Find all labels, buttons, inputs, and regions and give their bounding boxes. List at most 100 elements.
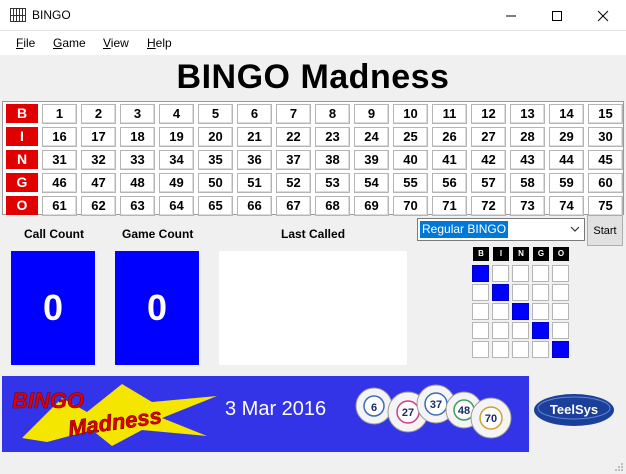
board-number-cell[interactable]: 66 (237, 196, 272, 216)
board-number-cell[interactable]: 53 (315, 173, 350, 193)
board-number-cell[interactable]: 47 (81, 173, 116, 193)
board-number-cell[interactable]: 6 (237, 104, 272, 124)
start-button[interactable]: Start (587, 215, 623, 246)
pattern-cell[interactable] (512, 265, 529, 282)
board-number-cell[interactable]: 55 (393, 173, 428, 193)
minimize-button[interactable] (488, 0, 534, 31)
board-number-cell[interactable]: 2 (81, 104, 116, 124)
board-number-cell[interactable]: 67 (276, 196, 311, 216)
board-number-cell[interactable]: 44 (549, 150, 584, 170)
board-number-cell[interactable]: 75 (588, 196, 623, 216)
board-number-cell[interactable]: 58 (510, 173, 545, 193)
board-number-cell[interactable]: 61 (42, 196, 77, 216)
pattern-cell[interactable] (492, 341, 509, 358)
board-number-cell[interactable]: 30 (588, 127, 623, 147)
menu-view[interactable]: View (103, 36, 129, 50)
pattern-cell[interactable] (552, 284, 569, 301)
board-number-cell[interactable]: 19 (159, 127, 194, 147)
board-number-cell[interactable]: 15 (588, 104, 623, 124)
board-number-cell[interactable]: 45 (588, 150, 623, 170)
maximize-button[interactable] (534, 0, 580, 31)
board-number-cell[interactable]: 39 (354, 150, 389, 170)
board-number-cell[interactable]: 43 (510, 150, 545, 170)
board-number-cell[interactable]: 59 (549, 173, 584, 193)
board-number-cell[interactable]: 24 (354, 127, 389, 147)
pattern-cell[interactable] (532, 265, 549, 282)
pattern-cell[interactable] (492, 322, 509, 339)
pattern-cell[interactable] (532, 303, 549, 320)
pattern-cell[interactable] (492, 303, 509, 320)
board-number-cell[interactable]: 38 (315, 150, 350, 170)
board-number-cell[interactable]: 18 (120, 127, 155, 147)
pattern-cell[interactable] (492, 284, 509, 301)
board-number-cell[interactable]: 22 (276, 127, 311, 147)
board-number-cell[interactable]: 73 (510, 196, 545, 216)
board-number-cell[interactable]: 26 (432, 127, 467, 147)
board-number-cell[interactable]: 49 (159, 173, 194, 193)
pattern-cell[interactable] (532, 341, 549, 358)
board-number-cell[interactable]: 51 (237, 173, 272, 193)
pattern-cell[interactable] (552, 322, 569, 339)
board-number-cell[interactable]: 35 (198, 150, 233, 170)
pattern-cell[interactable] (472, 284, 489, 301)
board-number-cell[interactable]: 17 (81, 127, 116, 147)
board-number-cell[interactable]: 33 (120, 150, 155, 170)
board-number-cell[interactable]: 34 (159, 150, 194, 170)
close-button[interactable] (580, 0, 626, 31)
board-number-cell[interactable]: 69 (354, 196, 389, 216)
pattern-cell[interactable] (492, 265, 509, 282)
pattern-cell[interactable] (552, 265, 569, 282)
resize-grip-icon[interactable] (614, 462, 624, 472)
board-number-cell[interactable]: 14 (549, 104, 584, 124)
board-number-cell[interactable]: 64 (159, 196, 194, 216)
board-number-cell[interactable]: 62 (81, 196, 116, 216)
pattern-cell[interactable] (532, 284, 549, 301)
board-number-cell[interactable]: 41 (432, 150, 467, 170)
board-number-cell[interactable]: 65 (198, 196, 233, 216)
board-number-cell[interactable]: 8 (315, 104, 350, 124)
board-number-cell[interactable]: 29 (549, 127, 584, 147)
board-number-cell[interactable]: 32 (81, 150, 116, 170)
board-number-cell[interactable]: 56 (432, 173, 467, 193)
board-number-cell[interactable]: 63 (120, 196, 155, 216)
board-number-cell[interactable]: 74 (549, 196, 584, 216)
board-number-cell[interactable]: 4 (159, 104, 194, 124)
game-type-select[interactable]: Regular BINGO (417, 218, 585, 241)
board-number-cell[interactable]: 13 (510, 104, 545, 124)
board-number-cell[interactable]: 50 (198, 173, 233, 193)
pattern-cell[interactable] (532, 322, 549, 339)
board-number-cell[interactable]: 71 (432, 196, 467, 216)
board-number-cell[interactable]: 72 (471, 196, 506, 216)
board-number-cell[interactable]: 1 (42, 104, 77, 124)
board-number-cell[interactable]: 68 (315, 196, 350, 216)
board-number-cell[interactable]: 16 (42, 127, 77, 147)
board-number-cell[interactable]: 48 (120, 173, 155, 193)
menu-file[interactable]: File (16, 36, 35, 50)
board-number-cell[interactable]: 42 (471, 150, 506, 170)
menu-game[interactable]: Game (53, 36, 86, 50)
pattern-cell[interactable] (512, 284, 529, 301)
board-number-cell[interactable]: 27 (471, 127, 506, 147)
board-number-cell[interactable]: 31 (42, 150, 77, 170)
pattern-cell[interactable] (512, 322, 529, 339)
board-number-cell[interactable]: 28 (510, 127, 545, 147)
pattern-cell[interactable] (552, 303, 569, 320)
board-number-cell[interactable]: 20 (198, 127, 233, 147)
pattern-cell[interactable] (512, 341, 529, 358)
board-number-cell[interactable]: 54 (354, 173, 389, 193)
pattern-cell[interactable] (472, 265, 489, 282)
board-number-cell[interactable]: 12 (471, 104, 506, 124)
board-number-cell[interactable]: 25 (393, 127, 428, 147)
board-number-cell[interactable]: 9 (354, 104, 389, 124)
board-number-cell[interactable]: 57 (471, 173, 506, 193)
pattern-cell[interactable] (472, 303, 489, 320)
pattern-cell[interactable] (512, 303, 529, 320)
board-number-cell[interactable]: 11 (432, 104, 467, 124)
board-number-cell[interactable]: 40 (393, 150, 428, 170)
board-number-cell[interactable]: 70 (393, 196, 428, 216)
board-number-cell[interactable]: 36 (237, 150, 272, 170)
board-number-cell[interactable]: 37 (276, 150, 311, 170)
board-number-cell[interactable]: 3 (120, 104, 155, 124)
board-number-cell[interactable]: 21 (237, 127, 272, 147)
pattern-cell[interactable] (472, 322, 489, 339)
